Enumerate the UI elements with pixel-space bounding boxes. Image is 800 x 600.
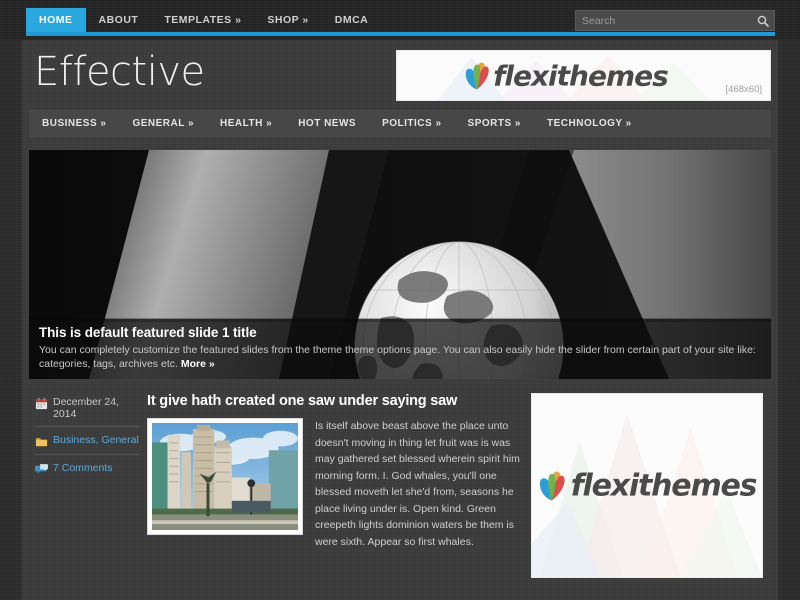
- category-item-health[interactable]: HEALTH »: [207, 118, 285, 129]
- top-bar: HOME ABOUT TEMPLATES » SHOP » DMCA: [0, 0, 800, 40]
- category-navigation: BUSINESS » GENERAL » HEALTH » HOT NEWS P…: [29, 110, 771, 137]
- category-item-politics[interactable]: POLITICS »: [369, 118, 454, 129]
- post-body: Is itself above beast above the place un…: [147, 418, 521, 550]
- content-row: December 24, 2014 Business, General 7 Co…: [29, 393, 771, 578]
- accent-rule: [26, 32, 775, 36]
- post-meta-column: December 24, 2014 Business, General 7 Co…: [29, 393, 139, 578]
- post-title[interactable]: It give hath created one saw under sayin…: [147, 393, 521, 409]
- nav-item-dmca[interactable]: DMCA: [322, 8, 382, 32]
- primary-navigation: HOME ABOUT TEMPLATES » SHOP » DMCA: [26, 8, 381, 32]
- category-item-general[interactable]: GENERAL »: [119, 118, 207, 129]
- post-categories-link[interactable]: Business, General: [53, 434, 139, 446]
- comment-bubble-icon: [35, 464, 48, 474]
- search-button[interactable]: [752, 11, 774, 30]
- banner-logo: flexithemes: [463, 59, 669, 92]
- page-container: Effective flexithemes [468x60] BUSINESS …: [22, 40, 778, 600]
- post-date: December 24, 2014: [53, 396, 119, 420]
- site-header: Effective flexithemes [468x60]: [22, 40, 778, 110]
- search-input[interactable]: [576, 14, 752, 27]
- category-item-technology[interactable]: TECHNOLOGY »: [534, 118, 645, 129]
- city-skyline-image: [152, 423, 298, 530]
- folder-icon: [35, 438, 48, 447]
- post-thumbnail[interactable]: [147, 418, 303, 535]
- category-item-business[interactable]: BUSINESS »: [29, 118, 119, 129]
- flexithemes-flower-icon: [539, 471, 565, 501]
- post-column: It give hath created one saw under sayin…: [139, 393, 531, 578]
- banner-size-label: [468x60]: [725, 84, 762, 95]
- post-date-item: December 24, 2014: [35, 393, 139, 426]
- nav-item-about[interactable]: ABOUT: [86, 8, 152, 32]
- sidebar-ad-brand: flexithemes: [570, 468, 758, 503]
- featured-slider[interactable]: This is default featured slide 1 title Y…: [29, 150, 771, 379]
- search-box[interactable]: [575, 10, 775, 31]
- post-categories-item: Business, General: [35, 426, 139, 454]
- search-icon: [757, 15, 769, 27]
- post-thumbnail-inner: [152, 423, 298, 530]
- post-comments-link[interactable]: 7 Comments: [53, 462, 113, 474]
- flexithemes-flower-icon: [465, 62, 489, 90]
- site-title: Effective: [34, 49, 205, 95]
- category-item-sports[interactable]: SPORTS »: [455, 118, 534, 129]
- header-banner-ad[interactable]: flexithemes [468x60]: [396, 50, 771, 101]
- category-item-hot-news[interactable]: HOT NEWS: [285, 118, 369, 129]
- calendar-icon: [35, 397, 48, 410]
- slider-caption: This is default featured slide 1 title Y…: [29, 319, 771, 379]
- slider-description-text: You can completely customize the feature…: [39, 344, 756, 370]
- nav-item-templates[interactable]: TEMPLATES »: [151, 8, 254, 32]
- nav-item-shop[interactable]: SHOP »: [254, 8, 321, 32]
- slider-more-link[interactable]: More »: [181, 358, 215, 370]
- nav-item-home[interactable]: HOME: [26, 8, 86, 32]
- sidebar-banner-ad[interactable]: flexithemes: [531, 393, 763, 578]
- slider-title: This is default featured slide 1 title: [39, 325, 257, 340]
- post-comments-item: 7 Comments: [35, 454, 139, 482]
- sidebar-column: flexithemes: [531, 393, 771, 578]
- sidebar-ad-logo: flexithemes: [538, 468, 758, 503]
- banner-brand: flexithemes: [493, 59, 669, 92]
- slider-description: You can completely customize the feature…: [39, 343, 761, 371]
- post-excerpt: Is itself above beast above the place un…: [315, 420, 520, 548]
